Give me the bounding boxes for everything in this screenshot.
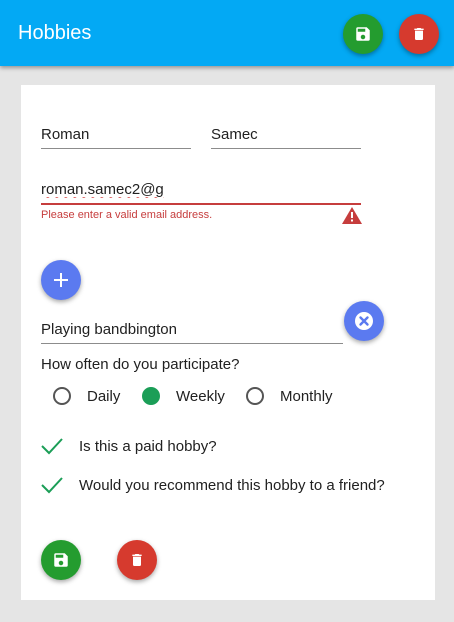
add-hobby-button[interactable] — [41, 260, 81, 300]
footer-save-button[interactable] — [41, 540, 81, 580]
save-icon — [54, 553, 68, 567]
checkmark-icon — [41, 438, 63, 455]
trash-icon — [132, 554, 142, 566]
page-title: Hobbies — [18, 22, 92, 44]
header-save-button[interactable] — [343, 14, 383, 54]
radio-monthly-circle[interactable] — [246, 387, 264, 405]
first-name-input[interactable] — [41, 122, 191, 146]
recommend-hobby-label: Would you recommend this hobby to a frie… — [79, 476, 385, 494]
close-circle-icon — [355, 312, 373, 330]
frequency-question: How often do you participate? — [41, 356, 240, 373]
paid-hobby-checkbox[interactable]: Is this a paid hobby? — [41, 437, 217, 455]
email-input[interactable] — [41, 177, 361, 201]
radio-monthly[interactable]: Monthly — [246, 387, 333, 405]
trash-icon — [414, 28, 424, 40]
email-field[interactable] — [41, 177, 361, 205]
last-name-input[interactable] — [211, 122, 361, 146]
plus-icon — [54, 273, 68, 287]
email-error-text: Please enter a valid email address. — [41, 209, 213, 221]
footer-delete-button[interactable] — [117, 540, 157, 580]
hobby-name-input[interactable] — [41, 317, 343, 341]
radio-weekly-label: Weekly — [176, 387, 225, 405]
radio-daily-circle[interactable] — [53, 387, 71, 405]
radio-weekly[interactable]: Weekly — [142, 387, 225, 405]
header-delete-button[interactable] — [399, 14, 439, 54]
app-bar: Hobbies — [0, 0, 454, 66]
remove-hobby-button[interactable] — [344, 301, 384, 341]
radio-daily[interactable]: Daily — [53, 387, 120, 405]
save-icon — [356, 27, 370, 41]
warning-icon — [342, 207, 362, 224]
last-name-field[interactable] — [211, 122, 361, 149]
radio-monthly-label: Monthly — [280, 387, 333, 405]
first-name-field[interactable] — [41, 122, 191, 149]
paid-hobby-label: Is this a paid hobby? — [79, 437, 217, 455]
radio-weekly-circle[interactable] — [142, 387, 160, 405]
radio-daily-label: Daily — [87, 387, 121, 405]
recommend-hobby-checkbox[interactable]: Would you recommend this hobby to a frie… — [41, 476, 385, 494]
checkmark-icon — [41, 477, 63, 494]
hobby-form-card: Please enter a valid email address. How … — [21, 85, 435, 600]
hobby-name-field[interactable] — [41, 317, 343, 344]
